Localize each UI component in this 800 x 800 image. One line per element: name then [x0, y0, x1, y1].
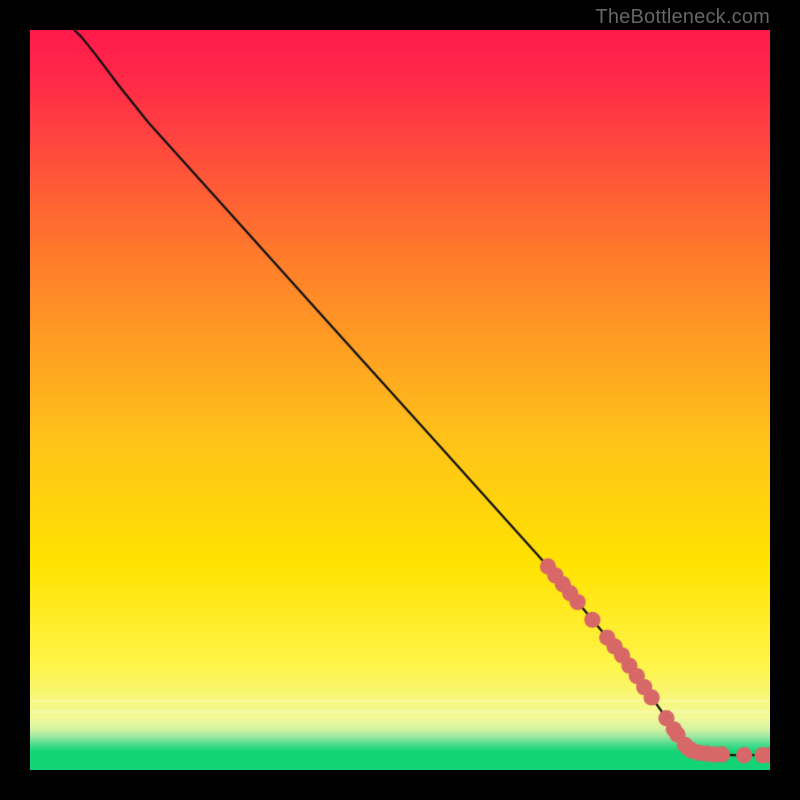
chart-stage: TheBottleneck.com — [0, 0, 800, 800]
bottleneck-plot — [30, 30, 770, 770]
watermark-label: TheBottleneck.com — [595, 6, 770, 29]
